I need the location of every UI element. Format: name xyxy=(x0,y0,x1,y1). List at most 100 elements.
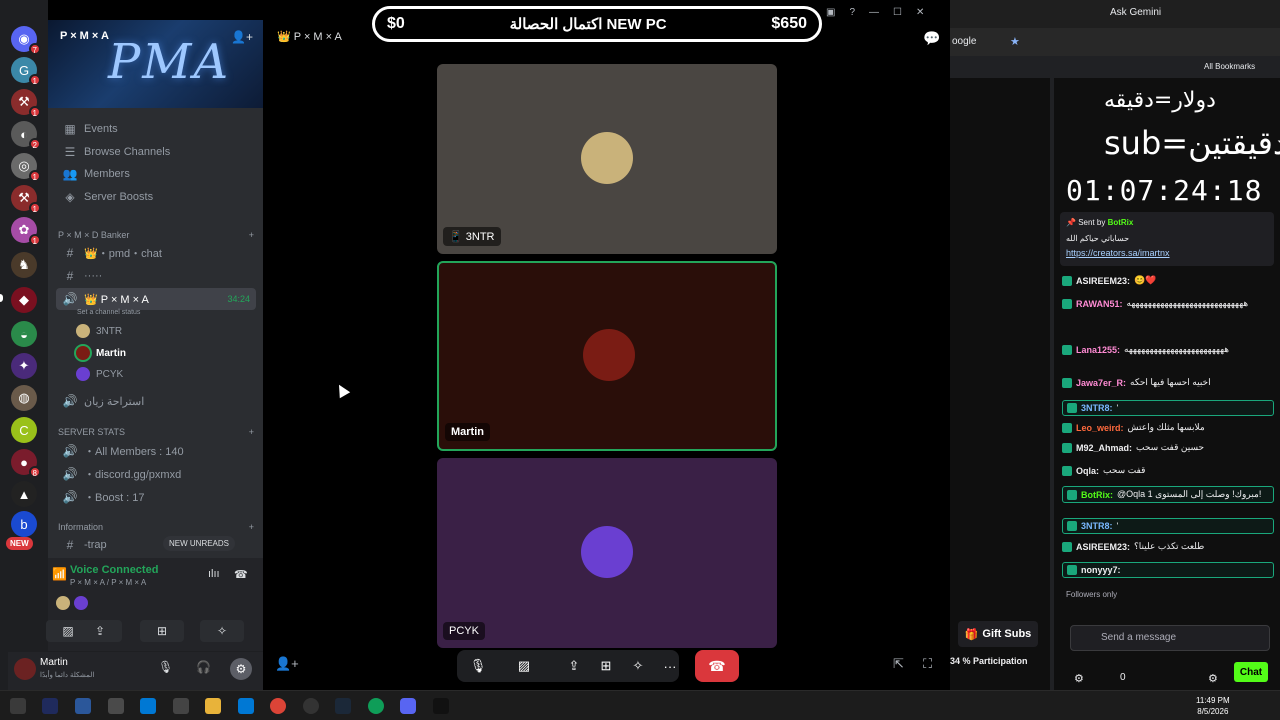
obs-icon[interactable] xyxy=(303,698,319,714)
help-icon[interactable]: ? xyxy=(849,7,855,18)
category-stats[interactable]: SERVER STATS + xyxy=(58,427,254,437)
all-bookmarks[interactable]: All Bookmarks xyxy=(1204,62,1255,71)
voice-channel-rest[interactable]: 🔊 استراحة زيان xyxy=(56,390,256,412)
app-icon[interactable] xyxy=(75,698,91,714)
server-icon[interactable]: ✦ xyxy=(11,353,37,379)
address-bar[interactable]: oogle ★ xyxy=(950,28,1280,56)
server-icon[interactable]: ● 8 xyxy=(11,449,41,478)
invite-people-icon[interactable]: 👤+ xyxy=(231,30,253,44)
share-screen-button[interactable]: ⇪ xyxy=(78,620,122,642)
participant-tile-pcyk[interactable]: PCYK xyxy=(437,458,777,648)
maximize-icon[interactable]: ☐ xyxy=(893,7,902,18)
server-icon[interactable]: ⚒ 1 xyxy=(11,89,41,118)
chat-username[interactable]: Lana1255: xyxy=(1076,345,1120,355)
pop-out-icon[interactable]: ⇱ xyxy=(893,656,904,672)
category-banker[interactable]: P × M × D Banker + xyxy=(58,230,254,240)
chat-bubble-icon[interactable]: 💬 xyxy=(923,30,940,47)
plus-icon[interactable]: + xyxy=(249,522,254,532)
system-clock[interactable]: 11:49 PM 8/5/2026 xyxy=(1196,695,1230,717)
chat-username[interactable]: BotRix: xyxy=(1081,490,1113,500)
channel-pmd-chat[interactable]: # 👑・pmd・chat xyxy=(56,242,256,264)
server-icon[interactable]: ◆ xyxy=(11,287,37,313)
server-icon[interactable]: ◍ xyxy=(11,385,37,411)
server-icon[interactable]: ◎ 1 xyxy=(11,153,41,182)
menu-browse-channels[interactable]: ☰ Browse Channels xyxy=(56,141,256,163)
voice-member[interactable]: Martin xyxy=(76,344,126,362)
server-icon[interactable]: ♞ xyxy=(11,252,37,278)
app-icon[interactable] xyxy=(433,698,449,714)
chat-settings-icon[interactable]: ⚙ xyxy=(1208,672,1218,685)
discord-icon[interactable] xyxy=(400,698,416,714)
soundboard-icon[interactable]: ✧ xyxy=(625,650,651,682)
more-options-icon[interactable]: ··· xyxy=(657,650,683,682)
channel-invite[interactable]: 🔊 ・discord.gg/pxmxd xyxy=(56,463,256,485)
app-icon[interactable] xyxy=(173,698,189,714)
channel-boost[interactable]: 🔊 ・Boost : 17 xyxy=(56,486,256,508)
microphone-icon[interactable]: 🎙 xyxy=(158,660,173,674)
settings-gear-icon[interactable]: ⚙ xyxy=(230,658,252,680)
new-servers-tag[interactable]: NEW xyxy=(6,537,33,550)
ask-gemini-button[interactable]: Ask Gemini xyxy=(1110,7,1161,18)
participant-tile-martin[interactable]: Martin xyxy=(437,261,777,451)
discord-home-icon[interactable]: ◉ 7 xyxy=(11,26,41,55)
chrome-icon[interactable] xyxy=(368,698,384,714)
signal-icon[interactable]: 📶 xyxy=(52,567,67,581)
server-icon[interactable]: ▲ xyxy=(11,481,37,507)
chat-username[interactable]: ASIREEM23: xyxy=(1076,542,1130,552)
chat-username[interactable]: 3NTR8: xyxy=(1081,403,1113,413)
chat-send-button[interactable]: Chat xyxy=(1234,662,1268,682)
chat-username[interactable]: Oqla: xyxy=(1076,466,1099,476)
voice-connected-label[interactable]: Voice Connected xyxy=(70,564,158,576)
steam-icon[interactable] xyxy=(335,698,351,714)
menu-server-boosts[interactable]: ◈ Server Boosts xyxy=(56,186,256,208)
channel-dots[interactable]: # ····· xyxy=(56,265,256,287)
plus-icon[interactable]: + xyxy=(249,427,254,437)
voice-member[interactable]: PCYK xyxy=(76,365,123,383)
server-icon[interactable]: ◐ 2 xyxy=(11,121,41,150)
new-unreads-pill[interactable]: NEW UNREADS xyxy=(163,536,236,551)
server-icon[interactable]: ◒ xyxy=(11,321,37,347)
server-icon[interactable]: b xyxy=(11,511,37,537)
category-information[interactable]: Information + xyxy=(58,522,254,532)
chat-username[interactable]: Jawa7er_R: xyxy=(1076,378,1126,388)
plus-icon[interactable]: + xyxy=(249,230,254,240)
chat-username[interactable]: 3NTR8: xyxy=(1081,521,1113,531)
microphone-icon[interactable]: 🎙 xyxy=(463,650,493,682)
chat-username[interactable]: RAWAN51: xyxy=(1076,299,1123,309)
pinned-link[interactable]: https://creators.sa/imartnx xyxy=(1066,248,1170,258)
menu-events[interactable]: ▦ Events xyxy=(56,118,256,140)
server-icon[interactable]: C xyxy=(11,417,37,443)
invite-to-call-icon[interactable]: 👤+ xyxy=(275,656,299,672)
fullscreen-icon[interactable]: ⛶ xyxy=(923,656,932,672)
app-icon[interactable] xyxy=(140,698,156,714)
chat-input[interactable]: Send a message xyxy=(1070,625,1270,651)
calculator-icon[interactable] xyxy=(108,698,124,714)
start-icon[interactable] xyxy=(10,698,26,714)
gift-subs-button[interactable]: 🎁 Gift Subs xyxy=(958,621,1038,647)
disconnect-icon[interactable]: ☎ xyxy=(234,568,248,581)
menu-members[interactable]: 👥 Members xyxy=(56,163,256,185)
inbox-icon[interactable]: ▣ xyxy=(826,7,835,18)
headphones-icon[interactable]: 🎧 xyxy=(196,660,211,674)
chrome-icon[interactable] xyxy=(270,698,286,714)
server-icon[interactable]: ✿ 1 xyxy=(11,217,41,246)
activities-button[interactable]: ⊞ xyxy=(140,620,184,642)
app-icon[interactable] xyxy=(42,698,58,714)
channel-all-members[interactable]: 🔊 ・All Members : 140 xyxy=(56,440,256,462)
chat-username[interactable]: Leo_weird: xyxy=(1076,423,1124,433)
chat-username[interactable]: ASIREEM23: xyxy=(1076,276,1130,286)
participant-tile-3ntr[interactable]: 📱 3NTR xyxy=(437,64,777,254)
camera-off-icon[interactable]: ▨ xyxy=(509,650,539,682)
file-explorer-icon[interactable] xyxy=(205,698,221,714)
user-avatar[interactable] xyxy=(14,658,36,680)
server-icon[interactable]: ⚒ 1 xyxy=(11,185,41,214)
soundboard-button[interactable]: ✧ xyxy=(200,620,244,642)
user-name[interactable]: Martin xyxy=(40,657,68,668)
settings-icon[interactable]: ⚙ xyxy=(1074,672,1084,685)
server-icon[interactable]: G1 xyxy=(11,57,41,86)
voice-channel-pma[interactable]: 🔊 👑 P × M × A 34:24 xyxy=(56,288,256,310)
store-icon[interactable] xyxy=(238,698,254,714)
noise-suppression-icon[interactable]: ılıı xyxy=(208,568,220,580)
chat-username[interactable]: nonyyy7: xyxy=(1081,565,1121,575)
leave-call-button[interactable]: ☎ xyxy=(695,650,739,682)
